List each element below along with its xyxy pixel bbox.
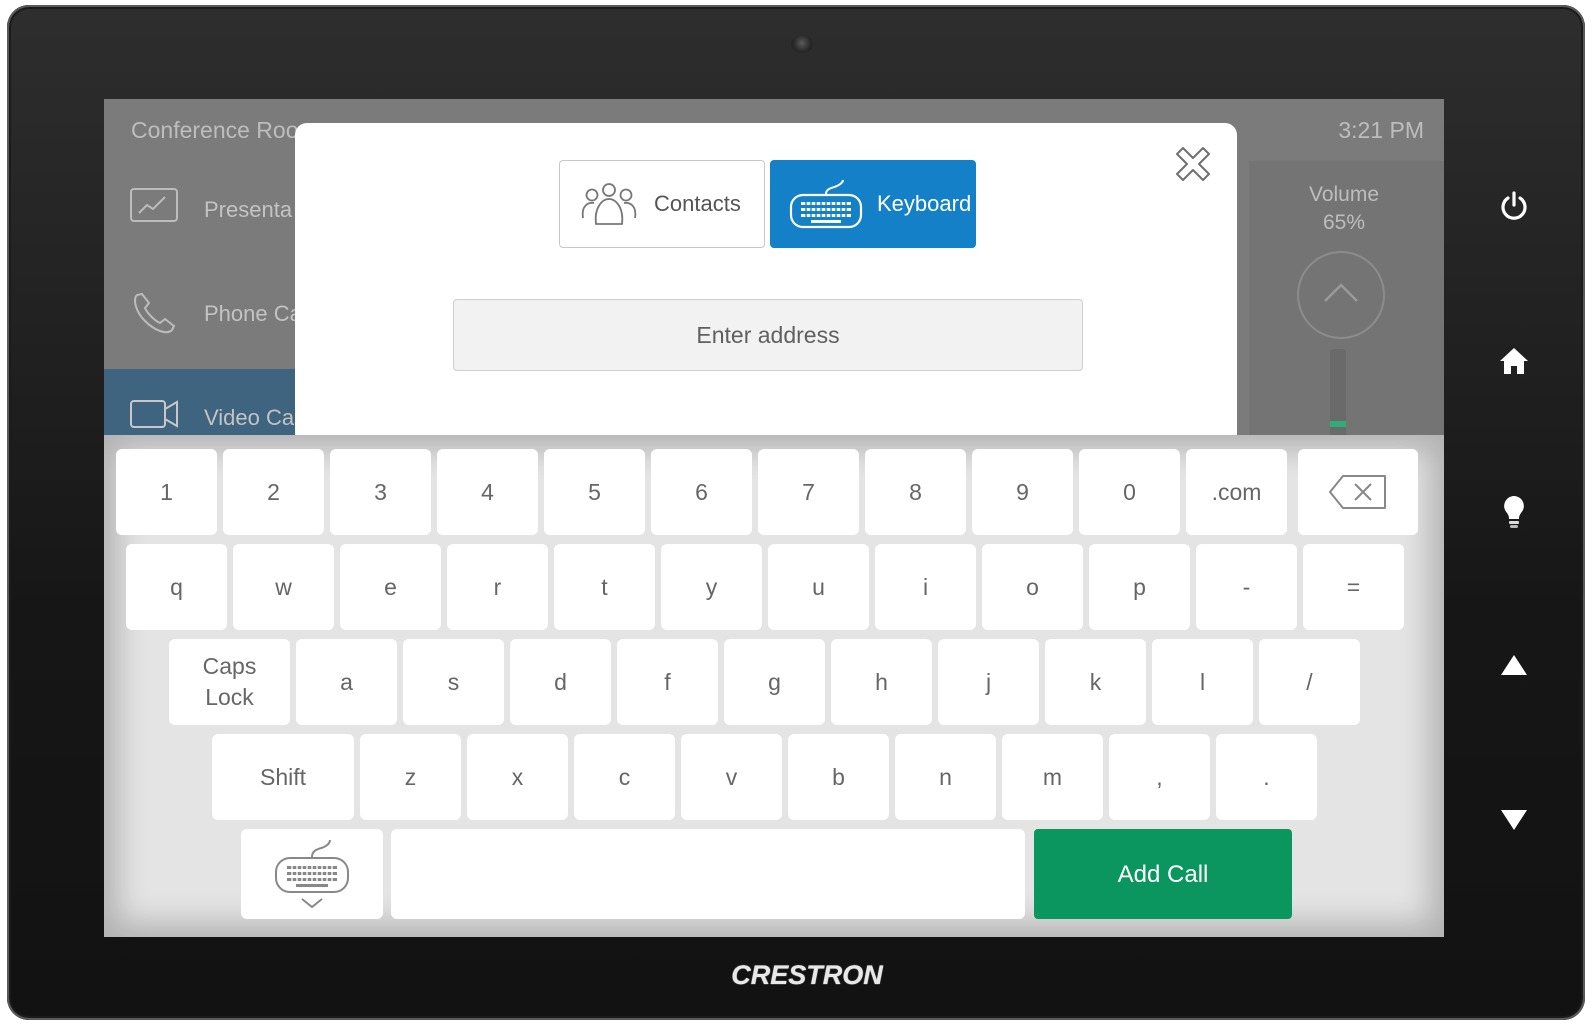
key-caps-lock[interactable]: Caps Lock	[169, 639, 290, 725]
key-i[interactable]: i	[875, 544, 976, 630]
key-5[interactable]: 5	[544, 449, 645, 535]
backspace-key[interactable]	[1298, 449, 1418, 535]
close-icon	[1176, 147, 1210, 181]
key-slash[interactable]: /	[1259, 639, 1360, 725]
touch-panel-bezel: CRESTRON Conference Roo 3:21 PM Presenta…	[7, 5, 1585, 1020]
key-6[interactable]: 6	[651, 449, 752, 535]
key-4[interactable]: 4	[437, 449, 538, 535]
camera-lens	[791, 35, 813, 53]
key-x[interactable]: x	[467, 734, 568, 820]
volume-up-button[interactable]	[1297, 251, 1385, 339]
key-v[interactable]: v	[681, 734, 782, 820]
volume-slider[interactable]	[1330, 349, 1346, 449]
arrow-up-icon[interactable]	[1490, 641, 1538, 689]
tab-contacts-label: Contacts	[654, 191, 741, 216]
arrow-down-icon[interactable]	[1490, 796, 1538, 844]
home-icon[interactable]	[1490, 337, 1538, 385]
key-d[interactable]: d	[510, 639, 611, 725]
key-z[interactable]: z	[360, 734, 461, 820]
add-call-button[interactable]: Add Call	[1034, 829, 1292, 919]
nav-item-label: Presenta	[204, 197, 293, 222]
key-f[interactable]: f	[617, 639, 718, 725]
key-e[interactable]: e	[340, 544, 441, 630]
power-icon[interactable]	[1490, 182, 1538, 230]
key-p[interactable]: p	[1089, 544, 1190, 630]
volume-level-indicator	[1330, 421, 1346, 427]
key-r[interactable]: r	[447, 544, 548, 630]
backspace-icon	[1329, 475, 1386, 509]
key-c[interactable]: c	[574, 734, 675, 820]
key-g[interactable]: g	[724, 639, 825, 725]
key-1[interactable]: 1	[116, 449, 217, 535]
key-2[interactable]: 2	[223, 449, 324, 535]
key-3[interactable]: 3	[330, 449, 431, 535]
key-b[interactable]: b	[788, 734, 889, 820]
key-l[interactable]: l	[1152, 639, 1253, 725]
key-dot[interactable]: .	[1216, 734, 1317, 820]
key-9[interactable]: 9	[972, 449, 1073, 535]
key-a[interactable]: a	[296, 639, 397, 725]
key-0[interactable]: 0	[1079, 449, 1180, 535]
key-8[interactable]: 8	[865, 449, 966, 535]
close-button[interactable]	[1169, 140, 1217, 188]
key-m[interactable]: m	[1002, 734, 1103, 820]
key--[interactable]: -	[1196, 544, 1297, 630]
on-screen-keyboard: Add Call 1 2 3 4 5 6 7 8 9 0 .com q w e r t y u i o p - = Caps …	[104, 435, 1444, 937]
nav-item-label: Video Ca	[204, 405, 295, 430]
volume-label: Volume 65%	[1308, 183, 1380, 234]
key-j[interactable]: j	[938, 639, 1039, 725]
key-=[interactable]: =	[1303, 544, 1404, 630]
key-q[interactable]: q	[126, 544, 227, 630]
key-w[interactable]: w	[233, 544, 334, 630]
key-t[interactable]: t	[554, 544, 655, 630]
add-call-dialog: Contacts Keyboard Enter address	[295, 123, 1237, 443]
presentation-icon	[129, 185, 179, 231]
clock: 3:21 PM	[1338, 117, 1424, 143]
lightbulb-icon[interactable]	[1490, 488, 1538, 536]
room-title: Conference Roo	[131, 117, 299, 143]
nav-item-label: Phone Ca	[204, 301, 302, 326]
key-dotcom[interactable]: .com	[1186, 449, 1287, 535]
touch-screen: Conference Roo 3:21 PM Presenta Phone Ca…	[104, 99, 1444, 937]
video-camera-icon	[129, 393, 181, 439]
tab-keyboard[interactable]: Keyboard	[770, 160, 976, 248]
tab-keyboard-label: Keyboard	[877, 191, 972, 216]
key-o[interactable]: o	[982, 544, 1083, 630]
key-u[interactable]: u	[768, 544, 869, 630]
contacts-icon	[578, 180, 640, 228]
space-bar[interactable]	[391, 829, 1025, 919]
hide-keyboard-key[interactable]	[241, 829, 383, 919]
key-h[interactable]: h	[831, 639, 932, 725]
phone-icon	[129, 289, 179, 345]
keyboard-icon	[789, 178, 863, 230]
key-y[interactable]: y	[661, 544, 762, 630]
chevron-up-icon	[1324, 283, 1358, 302]
key-n[interactable]: n	[895, 734, 996, 820]
hide-keyboard-icon	[275, 839, 349, 909]
key-shift[interactable]: Shift	[212, 734, 354, 820]
tab-contacts[interactable]: Contacts	[559, 160, 765, 248]
key-7[interactable]: 7	[758, 449, 859, 535]
key-s[interactable]: s	[403, 639, 504, 725]
key-k[interactable]: k	[1045, 639, 1146, 725]
brand-logo: CRESTRON	[731, 960, 883, 990]
key-comma[interactable]: ,	[1109, 734, 1210, 820]
address-input[interactable]	[453, 299, 1083, 371]
